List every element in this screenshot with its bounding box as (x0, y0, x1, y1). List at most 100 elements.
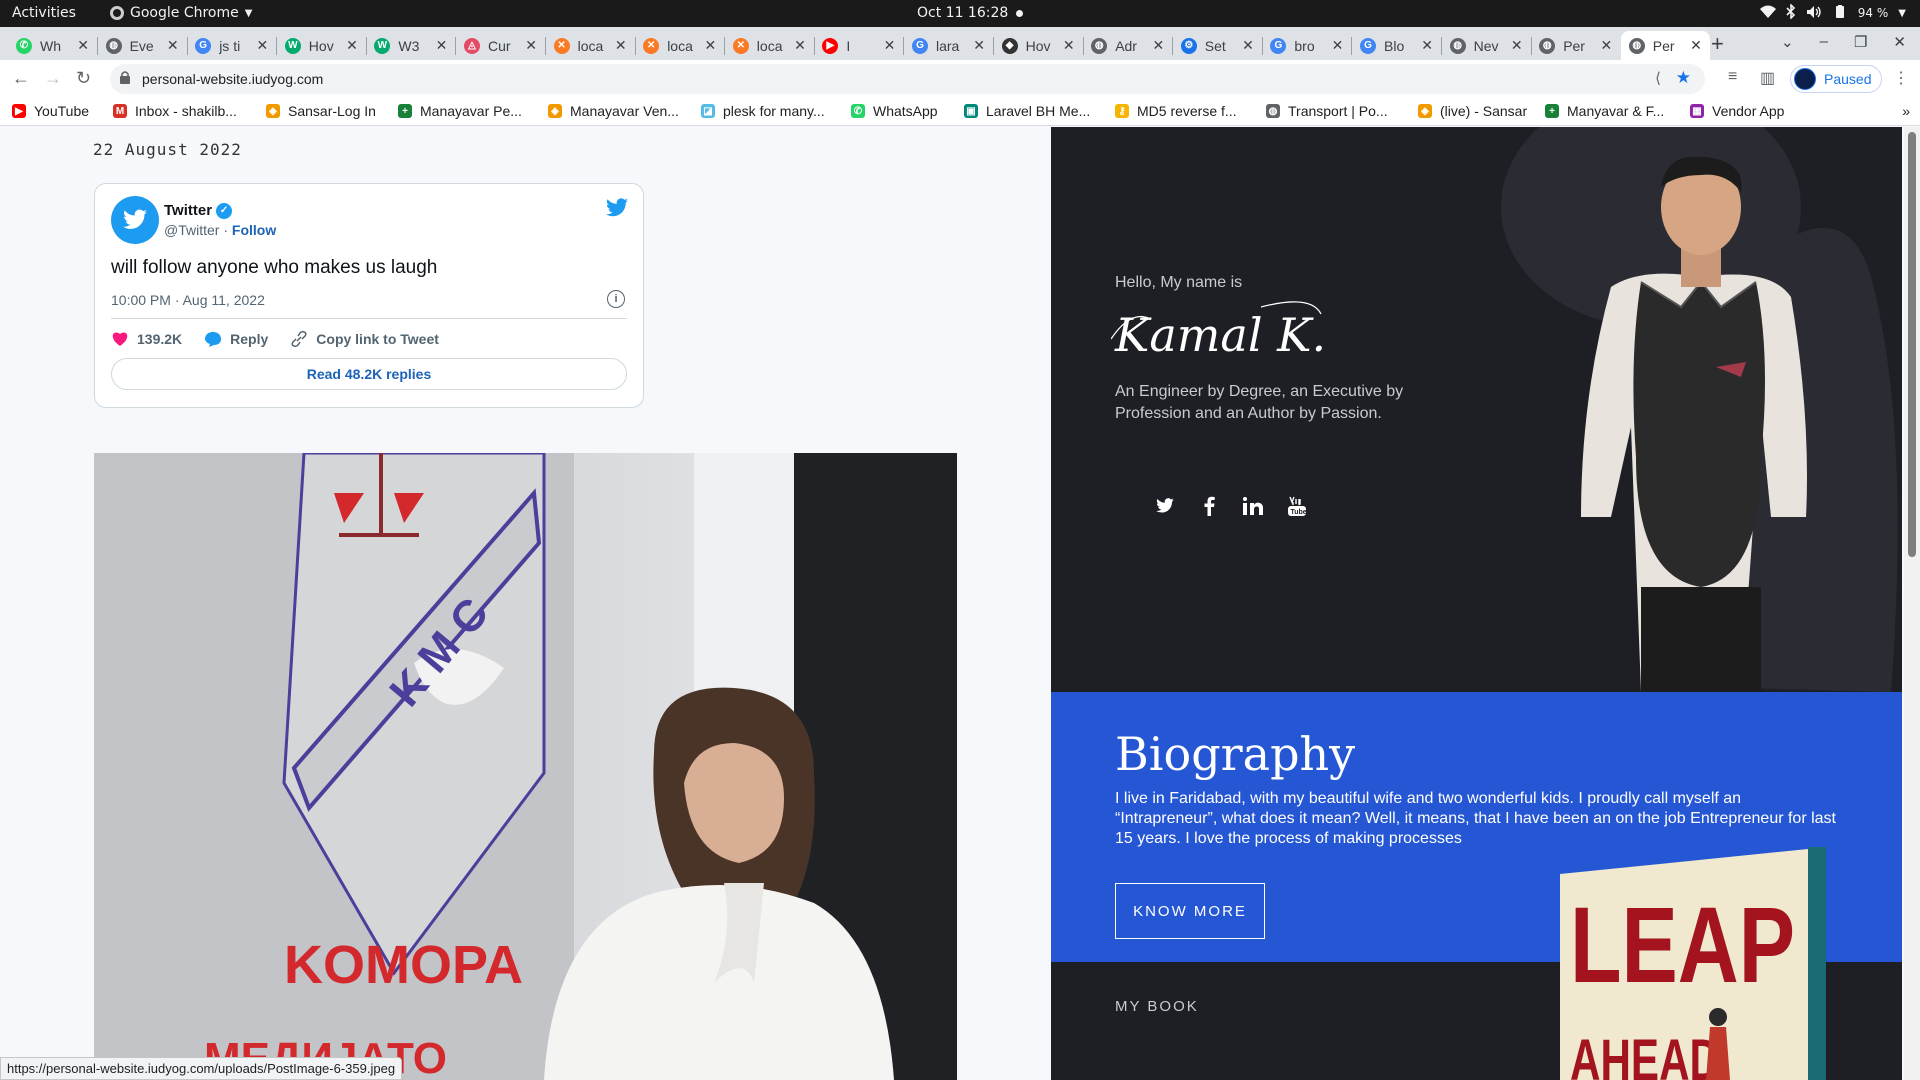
new-tab-button[interactable]: + (1711, 31, 1724, 57)
bookmark-item[interactable]: + Manyavar & F... (1545, 103, 1664, 119)
media-control-icon[interactable]: ≡ (1728, 68, 1737, 86)
profile-button[interactable]: Paused (1790, 65, 1882, 93)
read-replies-button[interactable]: Read 48.2K replies (111, 358, 627, 390)
tweet-embed[interactable]: Twitter ✓ @Twitter · Follow will follow … (94, 183, 644, 408)
browser-tab[interactable]: ✕ loca ✕ (546, 31, 635, 60)
close-tab-icon[interactable]: ✕ (1690, 37, 1702, 54)
close-tab-icon[interactable]: ✕ (1152, 37, 1164, 54)
close-tab-icon[interactable]: ✕ (1063, 37, 1075, 54)
bookmark-item[interactable]: ◍ Transport | Po... (1266, 103, 1388, 119)
tab-search-icon[interactable]: ⌄ (1781, 33, 1794, 51)
activities-button[interactable]: Activities (12, 5, 76, 21)
like-button[interactable]: 139.2K (111, 331, 182, 347)
reload-icon[interactable]: ↻ (76, 68, 91, 89)
post-image[interactable]: K M C KOMOPA МЕДИЈАТО (94, 453, 957, 1080)
browser-tab[interactable]: W Hov ✕ (277, 31, 366, 60)
browser-tab[interactable]: ◬ Cur ✕ (456, 31, 545, 60)
back-arrow-icon[interactable]: ← (12, 68, 30, 89)
bookmark-label: Manayavar Pe... (420, 103, 522, 119)
close-tab-icon[interactable]: ✕ (704, 37, 716, 54)
tweet-timestamp[interactable]: 10:00 PM · Aug 11, 2022 (111, 292, 265, 308)
close-tab-icon[interactable]: ✕ (436, 37, 448, 54)
system-tray[interactable]: 94 % ▼ (1759, 3, 1906, 22)
divider (111, 318, 627, 319)
browser-tab[interactable]: ▶ I ✕ (814, 31, 903, 60)
bookmark-item[interactable]: ⚷ MD5 reverse f... (1115, 103, 1237, 119)
browser-tab[interactable]: ◍ Adr ✕ (1083, 31, 1172, 60)
bookmark-item[interactable]: + Manayavar Pe... (398, 103, 522, 119)
browser-tab[interactable]: Gjs ti ✕ (187, 31, 276, 60)
browser-tab[interactable]: ⚙ Set ✕ (1173, 31, 1262, 60)
bookmark-item[interactable]: M Inbox - shakilb... (113, 103, 237, 119)
browser-tab[interactable]: ◍ Per ✕ (1531, 31, 1620, 60)
browser-tab[interactable]: W W3 ✕ (366, 31, 455, 60)
browser-tab[interactable]: G Blo ✕ (1352, 31, 1441, 60)
close-tab-icon[interactable]: ✕ (256, 37, 268, 54)
reply-button[interactable]: Reply (204, 331, 268, 348)
twitter-icon[interactable] (1155, 496, 1175, 516)
kebab-menu-icon[interactable]: ⋮ (1893, 68, 1909, 88)
close-window-icon[interactable]: ✕ (1893, 33, 1906, 51)
bookmark-item[interactable]: ▦ Vendor App (1690, 103, 1784, 119)
gear-icon: ⚙ (1180, 37, 1197, 54)
know-more-button[interactable]: KNOW MORE (1115, 883, 1265, 939)
close-tab-icon[interactable]: ✕ (346, 37, 358, 54)
meet-icon: ▣ (964, 104, 978, 118)
info-icon[interactable]: i (607, 290, 625, 308)
close-tab-icon[interactable]: ✕ (615, 37, 627, 54)
bookmark-item[interactable]: ▣ Laravel BH Me... (964, 103, 1090, 119)
bookmark-star-icon[interactable]: ★ (1676, 68, 1691, 88)
browser-tab[interactable]: ◍ Eve ✕ (98, 31, 187, 60)
bookmark-item[interactable]: ✆ WhatsApp (851, 103, 938, 119)
close-tab-icon[interactable]: ✕ (77, 37, 89, 54)
more-bookmarks-icon[interactable]: » (1902, 103, 1910, 119)
twitter-avatar[interactable] (111, 196, 159, 244)
tab-title: Eve (129, 37, 154, 54)
browser-tab[interactable]: ◍ Per ✕ (1620, 31, 1710, 60)
close-tab-icon[interactable]: ✕ (794, 37, 806, 54)
facebook-icon[interactable] (1199, 496, 1219, 516)
close-tab-icon[interactable]: ✕ (1242, 37, 1254, 54)
close-tab-icon[interactable]: ✕ (884, 37, 896, 54)
shield-icon: ◈ (548, 104, 562, 118)
close-tab-icon[interactable]: ✕ (525, 37, 537, 54)
battery-percentage: 94 % (1857, 6, 1889, 20)
app-menu[interactable]: Google Chrome ▼ (110, 5, 252, 21)
forward-arrow-icon[interactable]: → (44, 68, 62, 89)
follow-link[interactable]: Follow (232, 222, 276, 238)
browser-tab[interactable]: Glara ✕ (904, 31, 993, 60)
browser-tab[interactable]: ✕ loca ✕ (725, 31, 814, 60)
bookmark-item[interactable]: ◪ plesk for many... (701, 103, 825, 119)
copy-link-button[interactable]: Copy link to Tweet (290, 330, 439, 348)
share-icon[interactable]: ⟨ (1655, 69, 1661, 87)
bookmark-item[interactable]: ◈ Sansar-Log In (266, 103, 376, 119)
restore-icon[interactable]: ❐ (1854, 33, 1867, 51)
browser-tab[interactable]: ◆ Hov ✕ (994, 31, 1083, 60)
minimize-icon[interactable]: – (1820, 33, 1828, 51)
bookmark-item[interactable]: ▶ YouTube (12, 103, 89, 119)
browser-tab[interactable]: ◍ Nev ✕ (1442, 31, 1531, 60)
bookmark-label: WhatsApp (873, 103, 938, 119)
tweet-author-name[interactable]: Twitter ✓ (164, 202, 233, 219)
browser-tab[interactable]: ✆ Wh ✕ (8, 31, 97, 60)
bookmark-item[interactable]: ◈ (live) - Sansar (1418, 103, 1527, 119)
close-tab-icon[interactable]: ✕ (1421, 37, 1433, 54)
linkedin-icon[interactable] (1243, 496, 1263, 516)
cur-icon: ◬ (464, 37, 480, 54)
browser-tab[interactable]: ✕ loca ✕ (635, 31, 724, 60)
twitter-logo-icon[interactable] (605, 198, 629, 218)
address-bar[interactable]: personal-website.iudyog.com ⟨ ★ (110, 64, 1705, 94)
clock[interactable]: Oct 11 16:28 (917, 5, 1008, 21)
tweet-handle[interactable]: @Twitter (164, 222, 219, 238)
close-tab-icon[interactable]: ✕ (167, 37, 179, 54)
book-cover[interactable]: LEAP AHEAD (1560, 847, 1826, 1080)
close-tab-icon[interactable]: ✕ (1332, 37, 1344, 54)
side-panel-icon[interactable]: ▥ (1760, 68, 1775, 88)
youtube-icon[interactable]: Tube (1287, 496, 1307, 516)
scrollbar-thumb[interactable] (1908, 132, 1916, 557)
close-tab-icon[interactable]: ✕ (1511, 37, 1523, 54)
browser-tab[interactable]: Gbro ✕ (1262, 31, 1351, 60)
close-tab-icon[interactable]: ✕ (1600, 37, 1612, 54)
bookmark-item[interactable]: ◈ Manayavar Ven... (548, 103, 679, 119)
close-tab-icon[interactable]: ✕ (973, 37, 985, 54)
